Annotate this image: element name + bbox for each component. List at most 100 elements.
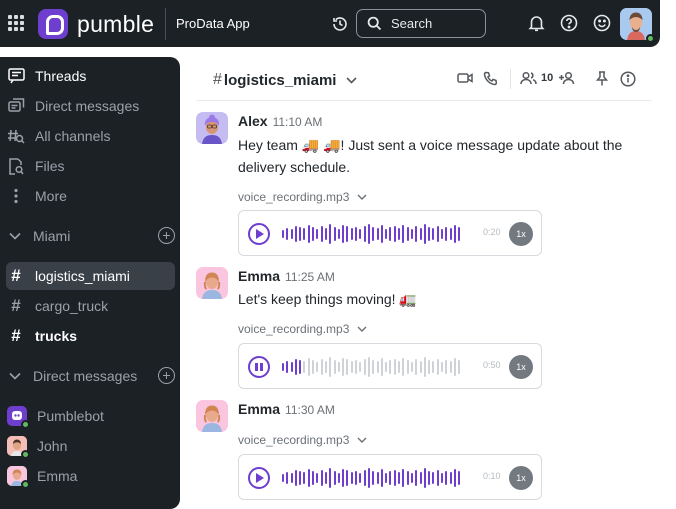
pin-icon[interactable]: [595, 71, 609, 91]
play-button[interactable]: [248, 223, 270, 245]
message-time: 11:25 AM: [285, 270, 335, 284]
author-name[interactable]: Alex: [238, 113, 268, 129]
emoji-status-icon[interactable]: [593, 14, 611, 37]
sidebar-dm-emma[interactable]: Emma: [6, 462, 175, 490]
app-grid-icon[interactable]: [8, 15, 24, 31]
hash-icon: #: [11, 296, 21, 315]
sidebar-item-more[interactable]: More: [6, 182, 175, 210]
waveform-bar: [329, 224, 332, 244]
channel-title[interactable]: # logistics_miami: [213, 71, 358, 89]
emma-avatar[interactable]: [196, 267, 228, 299]
waveform-bar: [432, 361, 435, 373]
waveform-bar: [415, 470, 418, 486]
pumble-logo[interactable]: pumble: [38, 9, 154, 39]
add-member-icon[interactable]: [558, 71, 576, 90]
alex-avatar[interactable]: [196, 112, 228, 144]
dm-section-header[interactable]: Direct messages +: [6, 362, 175, 390]
channel-section-header[interactable]: Miami +: [6, 222, 175, 250]
chevron-down-icon: [9, 372, 21, 380]
waveform-bar: [299, 227, 302, 241]
playback-speed-button[interactable]: 1x: [509, 222, 533, 246]
message-time: 11:10 AM: [272, 115, 323, 129]
waveform-bar: [286, 361, 289, 373]
voice-player: 0:50 1x: [238, 343, 542, 389]
voice-player: 0:20 1x: [238, 210, 542, 256]
online-status-dot: [646, 34, 655, 43]
chevron-down-icon: [346, 76, 358, 84]
waveform-bar: [423, 357, 426, 377]
waveform-bar: [312, 471, 315, 485]
playback-speed-button[interactable]: 1x: [509, 355, 533, 379]
file-name: voice_recording.mp3: [238, 433, 350, 447]
author-name[interactable]: Emma: [238, 401, 280, 417]
attachment-name[interactable]: voice_recording.mp3: [238, 322, 367, 336]
playback-speed-button[interactable]: 1x: [509, 466, 533, 490]
waveform-bar: [389, 471, 392, 485]
waveform-bar: [290, 229, 293, 239]
phone-call-icon[interactable]: [483, 71, 498, 91]
video-call-icon[interactable]: [457, 71, 473, 90]
channel-label: logistics_miami: [35, 268, 130, 284]
waveform-bar: [320, 470, 323, 486]
message-text: Hey team 🚚 🚚! Just sent a voice message …: [238, 134, 638, 178]
play-button[interactable]: [248, 467, 270, 489]
search-placeholder: Search: [391, 16, 433, 31]
author-name[interactable]: Emma: [238, 268, 280, 284]
waveform-bar: [402, 225, 405, 243]
bell-icon[interactable]: [528, 14, 545, 37]
waveform-bar: [458, 360, 461, 374]
waveform-bar: [286, 228, 289, 240]
dm-label: Emma: [37, 468, 78, 484]
waveform-bar: [337, 362, 340, 372]
sidebar-item-direct-messages[interactable]: Direct messages: [6, 92, 175, 120]
waveform-bar: [312, 360, 315, 374]
waveform-bar: [406, 360, 409, 374]
online-status-dot: [21, 420, 30, 429]
members-button[interactable]: 10: [520, 71, 553, 85]
add-dm-button[interactable]: +: [158, 367, 175, 384]
waveform-bar: [380, 225, 383, 243]
add-channel-button[interactable]: +: [158, 227, 175, 244]
sidebar-channel-cargo-truck[interactable]: # cargo_truck: [6, 292, 175, 320]
pause-button[interactable]: [248, 356, 270, 378]
waveform-bar: [363, 359, 366, 375]
waveform-bar: [324, 472, 327, 484]
waveform-bar: [367, 357, 370, 377]
waveform-bar: [440, 362, 443, 372]
sidebar-dm-john[interactable]: John: [6, 432, 175, 460]
history-icon[interactable]: [331, 15, 349, 38]
waveform[interactable]: [282, 220, 462, 248]
waveform-bar: [436, 226, 439, 242]
info-icon[interactable]: [620, 71, 636, 92]
waveform-bar: [359, 473, 362, 483]
channel-header: # logistics_miami 10: [196, 57, 652, 101]
waveform-bar: [312, 227, 315, 241]
brand-name: pumble: [77, 10, 155, 37]
attachment-name[interactable]: voice_recording.mp3: [238, 433, 367, 447]
waveform-bar: [355, 227, 358, 241]
sidebar-dm-pumblebot[interactable]: Pumblebot: [6, 402, 175, 430]
channel-name: logistics_miami: [223, 71, 337, 89]
sidebar-item-files[interactable]: Files: [6, 152, 175, 180]
waveform-bar: [320, 226, 323, 242]
sidebar-channel-logistics-miami[interactable]: # logistics_miami: [6, 262, 175, 290]
sidebar-channel-trucks[interactable]: # trucks: [6, 322, 175, 350]
sidebar-item-threads[interactable]: Threads: [6, 62, 175, 90]
files-icon: [7, 157, 25, 175]
workspace-name[interactable]: ProData App: [176, 16, 250, 31]
waveform-bar: [355, 471, 358, 485]
emma-avatar[interactable]: [196, 400, 228, 432]
online-status-dot: [21, 480, 30, 489]
sidebar-item-all-channels[interactable]: All channels: [6, 122, 175, 150]
search-input[interactable]: Search: [356, 9, 486, 38]
user-avatar[interactable]: [620, 8, 655, 43]
duration: 0:50: [483, 360, 501, 370]
help-icon[interactable]: [560, 14, 578, 37]
attachment-name[interactable]: voice_recording.mp3: [238, 190, 367, 204]
waveform[interactable]: [282, 464, 462, 492]
waveform-bar: [453, 358, 456, 376]
waveform-bar: [440, 229, 443, 239]
message-header: Alex 11:10 AM: [238, 113, 322, 129]
chevron-down-icon: [357, 326, 367, 332]
waveform[interactable]: [282, 353, 462, 381]
